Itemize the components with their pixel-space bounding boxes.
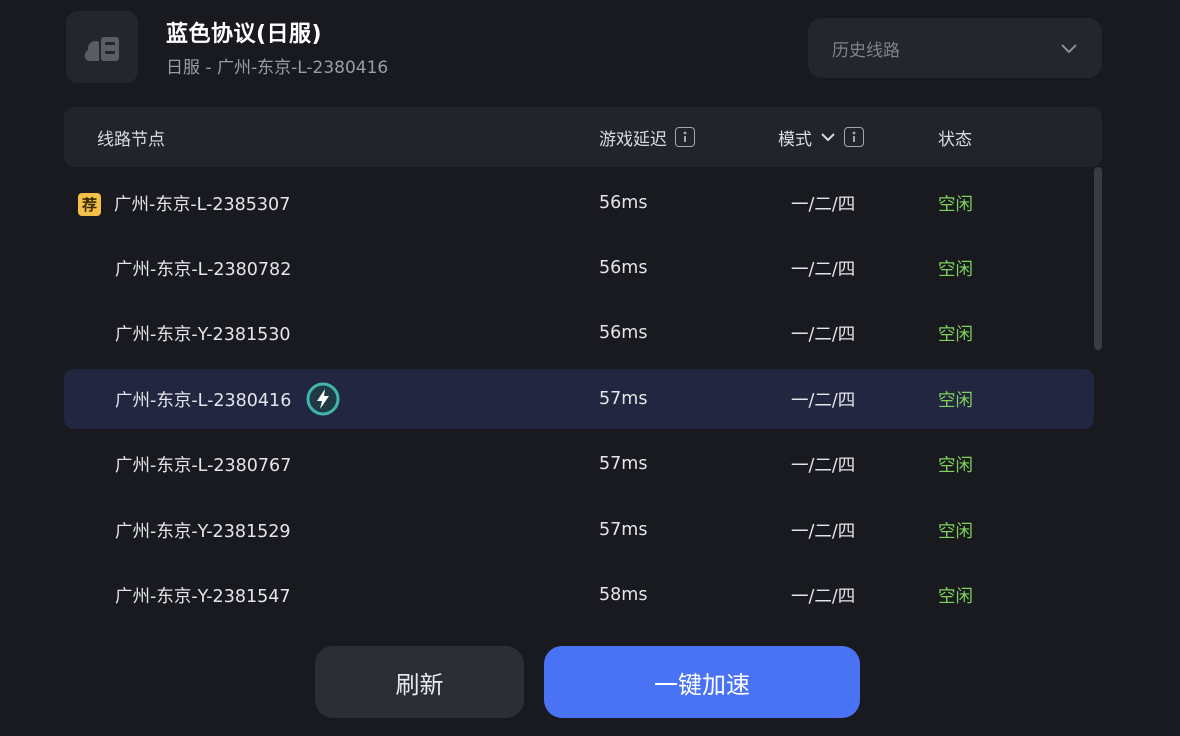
route-node: 广州-东京-L-2380767 xyxy=(115,455,292,476)
route-latency: 57ms xyxy=(599,520,648,540)
column-header-node: 线路节点 xyxy=(97,107,165,167)
route-row[interactable]: 广州-东京-L-2380782 56ms 一/二/四 空闲 xyxy=(64,238,1094,298)
game-title: 蓝色协议(日服) xyxy=(166,22,323,47)
route-row[interactable]: 广州-东京-Y-2381529 57ms 一/二/四 空闲 xyxy=(64,500,1094,560)
route-latency: 58ms xyxy=(599,585,648,605)
column-label-status: 状态 xyxy=(938,129,972,150)
one-click-boost-button[interactable]: 一键加速 xyxy=(544,646,860,718)
route-row[interactable]: 广州-东京-Y-2381530 56ms 一/二/四 空闲 xyxy=(64,303,1094,363)
route-status: 空闲 xyxy=(938,259,973,280)
column-header-latency: 游戏延迟 xyxy=(599,107,695,167)
route-latency: 56ms xyxy=(599,258,648,278)
route-status: 空闲 xyxy=(938,324,973,345)
route-latency: 56ms xyxy=(599,193,648,213)
route-node: 广州-东京-Y-2381529 xyxy=(115,521,291,542)
game-subtitle: 日服 - 广州-东京-L-2380416 xyxy=(166,58,389,78)
route-status: 空闲 xyxy=(938,455,973,476)
route-mode: 一/二/四 xyxy=(791,194,856,215)
recommended-badge: 荐 xyxy=(78,193,101,216)
chevron-down-icon xyxy=(821,133,835,142)
route-node: 广州-东京-L-2380416 xyxy=(115,390,292,411)
game-icon xyxy=(66,11,138,83)
route-status: 空闲 xyxy=(938,194,973,215)
route-mode: 一/二/四 xyxy=(791,586,856,607)
route-mode: 一/二/四 xyxy=(791,521,856,542)
route-mode: 一/二/四 xyxy=(791,259,856,280)
column-label-node: 线路节点 xyxy=(97,129,165,150)
history-route-placeholder: 历史线路 xyxy=(832,40,900,61)
route-list-scrollbar[interactable] xyxy=(1094,167,1102,350)
cloud-server-icon xyxy=(84,37,119,61)
route-latency: 56ms xyxy=(599,323,648,343)
column-label-latency: 游戏延迟 xyxy=(599,129,667,150)
route-latency: 57ms xyxy=(599,454,648,474)
route-mode: 一/二/四 xyxy=(791,455,856,476)
route-node: 广州-东京-L-2385307 xyxy=(114,194,291,215)
route-node: 广州-东京-Y-2381530 xyxy=(115,324,291,345)
column-label-mode: 模式 xyxy=(778,129,812,150)
column-header-status: 状态 xyxy=(938,107,972,167)
route-row-selected[interactable]: 广州-东京-L-2380416 57ms 一/二/四 空闲 xyxy=(64,369,1094,429)
history-route-select[interactable]: 历史线路 xyxy=(808,18,1102,78)
route-row[interactable]: 广州-东京-Y-2381547 58ms 一/二/四 空闲 xyxy=(64,565,1094,625)
route-mode: 一/二/四 xyxy=(791,390,856,411)
route-node: 广州-东京-Y-2381547 xyxy=(115,586,291,607)
route-mode: 一/二/四 xyxy=(791,324,856,345)
route-status: 空闲 xyxy=(938,390,973,411)
mode-info-icon[interactable] xyxy=(844,127,864,147)
app-window: 蓝色协议(日服) 日服 - 广州-东京-L-2380416 历史线路 线路节点 … xyxy=(0,0,1180,736)
route-node: 广州-东京-L-2380782 xyxy=(115,259,292,280)
table-header: 线路节点 游戏延迟 模式 状态 xyxy=(64,107,1102,167)
route-row[interactable]: 广州-东京-L-2380767 57ms 一/二/四 空闲 xyxy=(64,434,1094,494)
route-status: 空闲 xyxy=(938,586,973,607)
route-latency: 57ms xyxy=(599,389,648,409)
route-row[interactable]: 荐 广州-东京-L-2385307 56ms 一/二/四 空闲 xyxy=(64,173,1094,233)
column-header-mode[interactable]: 模式 xyxy=(778,107,864,167)
chevron-down-icon xyxy=(1061,44,1077,54)
refresh-button[interactable]: 刷新 xyxy=(315,646,524,718)
route-list: 荐 广州-东京-L-2385307 56ms 一/二/四 空闲 广州-东京-L-… xyxy=(64,171,1094,626)
lightning-bolt-icon xyxy=(305,381,341,417)
route-status: 空闲 xyxy=(938,521,973,542)
route-node-cell: 广州-东京-L-2380416 xyxy=(115,369,341,429)
latency-info-icon[interactable] xyxy=(675,127,695,147)
